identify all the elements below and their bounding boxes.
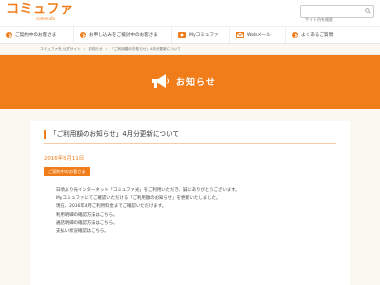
nav-item-faq[interactable]: よくあるご質問: [286, 27, 380, 43]
site-header: コミュファ commufa: [0, 0, 380, 26]
notice-date: 2016年5月11日: [44, 156, 85, 162]
global-nav: ご契約中のお客さま お申し込みをご検討中のお客さま Myコミュファ Webメール…: [0, 26, 380, 44]
body-line: 日頃より光インターネット「コミュファ光」をご利用いただき、誠にありがとうございま…: [56, 188, 240, 193]
breadcrumb-notices[interactable]: お知らせ: [88, 47, 102, 51]
logo[interactable]: コミュファ commufa: [6, 2, 74, 22]
detail-link[interactable]: 利用明細の確認方法はこちら。: [56, 212, 240, 220]
nav-label: Webメール: [247, 33, 271, 38]
category-badge: ご契約中のお客さま: [44, 167, 90, 176]
arrow-circle-icon: [80, 32, 86, 38]
search-input[interactable]: [301, 14, 363, 25]
notice-article: 「ご利用額のお知らせ」4月分更新について 2016年5月11日 ご契約中のお客さ…: [30, 121, 350, 285]
notice-body: 日頃より光インターネット「コミュファ光」をご利用いただき、誠にありがとうございま…: [56, 187, 240, 236]
payment-status-link[interactable]: 支払い状況確認はこちら。: [56, 228, 240, 236]
nav-item-my-commufa[interactable]: Myコミュファ: [172, 27, 230, 43]
body-line: Myコミュファにてご確認いただける「ご利用額のお知らせ」を更新いたしました。: [56, 196, 221, 202]
search-box[interactable]: [300, 5, 374, 25]
breadcrumb-current: 「ご利用額のお知らせ」4月分更新について: [110, 47, 181, 51]
arrow-circle-icon: [6, 32, 12, 38]
logo-text: コミュファ: [6, 2, 74, 17]
nav-item-prospective-customers[interactable]: お申し込みをご検討中のお客さま: [74, 27, 172, 43]
breadcrumb-home[interactable]: コミュファ光 公式サイト: [40, 47, 81, 51]
page-title: お知らせ: [176, 78, 216, 88]
nav-item-current-customers[interactable]: ご契約中のお客さま: [0, 27, 74, 43]
nav-item-webmail[interactable]: Webメール: [230, 27, 286, 43]
mail-icon: [236, 32, 244, 38]
question-icon: [292, 32, 298, 38]
my-commufa-icon: [178, 32, 186, 38]
nav-label: ご契約中のお客さま: [15, 33, 57, 38]
nav-label: よくあるご質問: [301, 33, 334, 38]
body-line: 現在、2016年4月ご利用料金までご確認いただけます。: [56, 204, 167, 210]
nav-label: Myコミュファ: [189, 33, 219, 38]
notice-title: 「ご利用額のお知らせ」4月分更新について: [44, 130, 179, 139]
nav-label: お申し込みをご検討中のお客さま: [89, 33, 158, 38]
breadcrumb-separator: ›: [83, 47, 86, 51]
breadcrumb: コミュファ光 公式サイト › お知らせ › 「ご利用額のお知らせ」4月分更新につ…: [0, 44, 380, 55]
megaphone-icon: [152, 74, 169, 88]
breadcrumb-separator: ›: [105, 47, 108, 51]
search-icon[interactable]: [365, 8, 371, 14]
call-detail-link[interactable]: 通話明細の確認方法はこちら。: [56, 220, 240, 228]
divider: [44, 143, 336, 144]
page-hero: お知らせ: [0, 55, 380, 109]
logo-sub: commufa: [36, 16, 55, 21]
